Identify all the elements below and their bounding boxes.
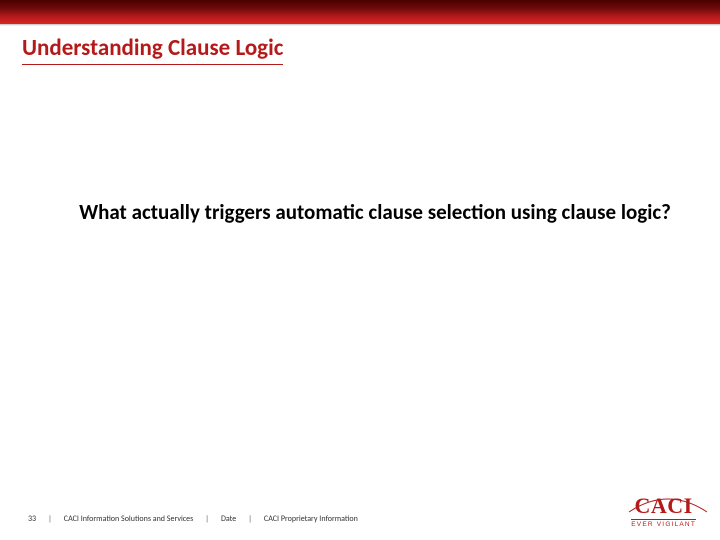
slide-body-question: What actually triggers automatic clause … bbox=[70, 200, 680, 225]
separator-icon: | bbox=[205, 514, 209, 524]
footer-org: CACI Information Solutions and Services bbox=[64, 514, 193, 524]
company-logo: CACI EVER VIGILANT bbox=[631, 495, 696, 528]
footer-date: Date bbox=[221, 514, 236, 524]
separator-icon: | bbox=[248, 514, 252, 524]
separator-icon: | bbox=[48, 514, 52, 524]
logo-text: CACI bbox=[635, 495, 693, 517]
footer-note: CACI Proprietary Information bbox=[264, 514, 358, 524]
accent-top-bar bbox=[0, 0, 720, 24]
logo-tagline: EVER VIGILANT bbox=[631, 519, 696, 528]
slide-title: Understanding Clause Logic bbox=[22, 34, 283, 65]
footer: 33 | CACI Information Solutions and Serv… bbox=[28, 514, 610, 524]
page-number: 33 bbox=[28, 514, 36, 524]
